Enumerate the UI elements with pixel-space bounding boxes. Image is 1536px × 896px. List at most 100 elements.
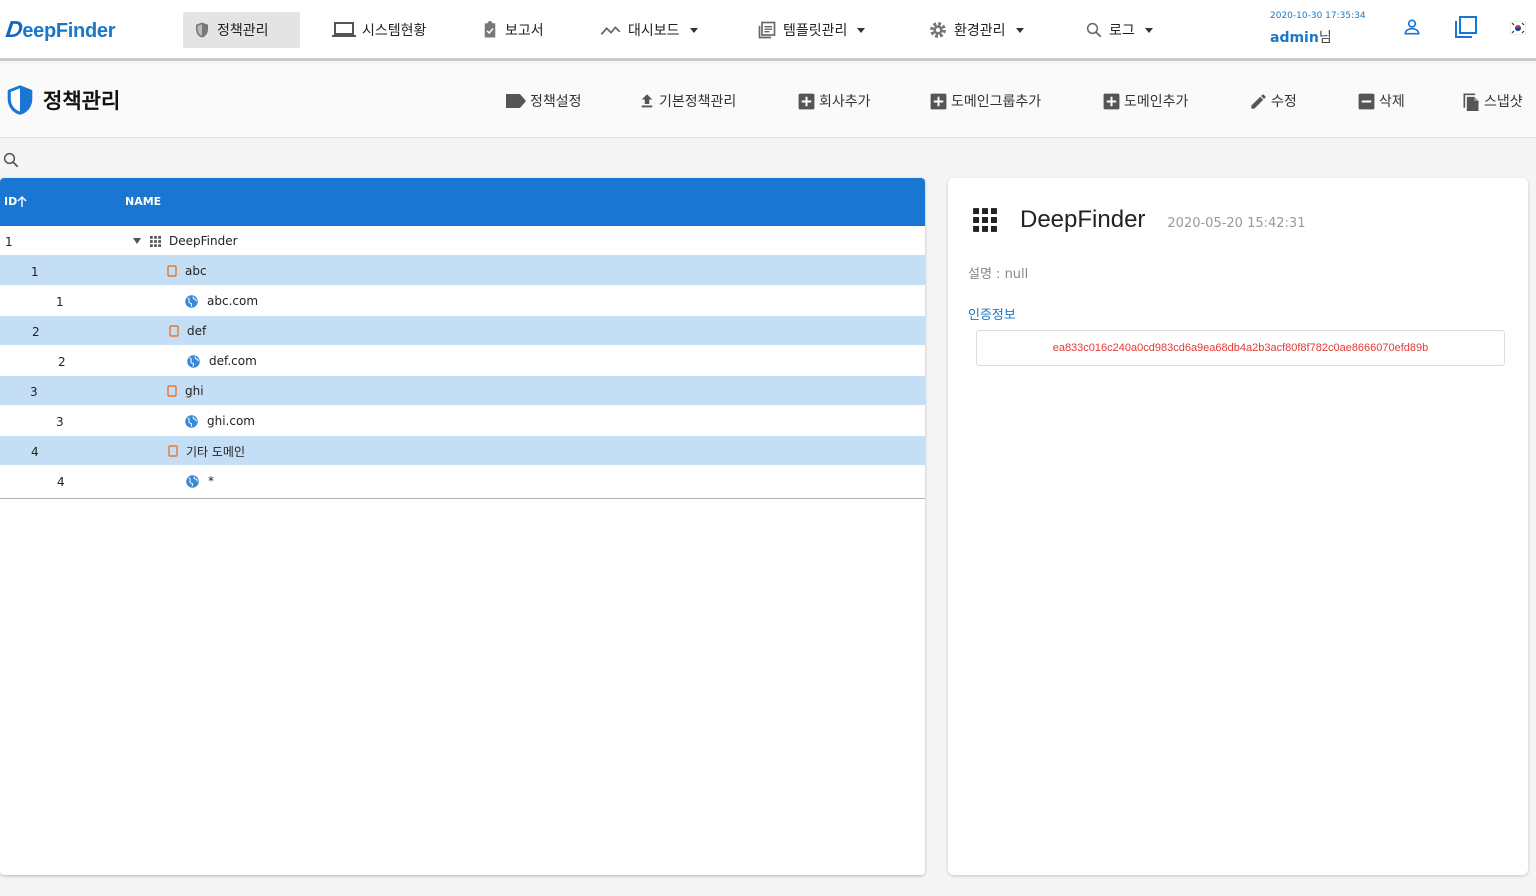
globe-icon — [185, 414, 198, 428]
company-icon — [167, 265, 177, 277]
table-row[interactable]: 2 def — [0, 316, 925, 346]
company-icon — [168, 445, 178, 457]
table-header: ID NAME — [0, 178, 925, 226]
upload-icon — [641, 94, 653, 108]
default-policy-button[interactable]: 기본정책관리 — [638, 91, 736, 111]
apps-grid-icon — [973, 208, 997, 232]
table-row[interactable]: 2 def.com — [0, 346, 925, 376]
table-row[interactable]: 4 기타 도메인 — [0, 436, 925, 466]
detail-date: 2020-05-20 15:42:31 — [1167, 216, 1306, 231]
table-row[interactable]: 4 * — [0, 466, 925, 496]
copy-icon — [1463, 93, 1479, 111]
policy-tree-table: ID NAME 1 DeepFinder 1 abc 1 abc.com 2 d… — [0, 178, 925, 875]
add-box-icon — [930, 93, 947, 109]
row-id: 3 — [56, 415, 64, 429]
window-icon[interactable] — [1454, 15, 1478, 39]
snapshot-button[interactable]: 스냅샷 — [1461, 91, 1523, 111]
table-search[interactable] — [2, 151, 20, 173]
company-icon — [169, 325, 179, 337]
user-name[interactable]: admin님 — [1270, 27, 1332, 47]
nav-dashboard[interactable]: 대시보드 — [590, 12, 708, 48]
policy-settings-button[interactable]: 정책설정 — [505, 91, 582, 111]
add-domain-group-button[interactable]: 도메인그룹추가 — [929, 91, 1041, 111]
search-icon — [3, 152, 19, 168]
expand-arrow-icon[interactable] — [132, 237, 142, 245]
app-logo[interactable]: DeepFinder — [4, 16, 115, 43]
row-id: 1 — [5, 235, 13, 249]
row-id: 4 — [31, 445, 39, 459]
gear-icon — [930, 22, 946, 38]
row-name: def.com — [209, 354, 257, 368]
table-row[interactable]: 1 abc — [0, 256, 925, 286]
edit-button[interactable]: 수정 — [1249, 91, 1297, 111]
table-row[interactable]: 1 abc.com — [0, 286, 925, 316]
add-box-icon — [798, 93, 815, 109]
detail-title: DeepFinder — [1020, 206, 1146, 233]
page-title: 정책관리 — [5, 84, 120, 116]
table-row[interactable]: 3 ghi.com — [0, 406, 925, 436]
nav-label: 시스템현황 — [362, 23, 427, 39]
nav-label: 템플릿관리 — [783, 23, 848, 39]
shield-icon — [7, 85, 33, 115]
nav-label: 로그 — [1109, 23, 1135, 39]
table-row[interactable]: 3 ghi — [0, 376, 925, 406]
nav-label: 정책관리 — [217, 23, 269, 39]
row-id: 1 — [31, 265, 39, 279]
chevron-down-icon — [689, 27, 698, 33]
detail-panel: DeepFinder 2020-05-20 15:42:31 설명 : null… — [948, 178, 1528, 875]
nav-label: 보고서 — [505, 23, 544, 39]
row-name: abc — [185, 264, 207, 278]
clipboard-check-icon — [484, 21, 496, 38]
row-name: ghi — [185, 384, 204, 398]
nav-policy[interactable]: 정책관리 — [183, 12, 300, 48]
table-row[interactable]: 1 DeepFinder — [0, 226, 925, 256]
row-id: 1 — [56, 295, 64, 309]
row-name: DeepFinder — [169, 234, 238, 248]
row-name: 기타 도메인 — [186, 444, 246, 459]
sort-ascending-icon — [17, 196, 27, 207]
trending-icon — [600, 26, 621, 35]
template-icon — [758, 21, 776, 39]
korea-flag-icon[interactable] — [1510, 21, 1526, 35]
apps-grid-icon — [150, 235, 161, 247]
top-navbar: DeepFinder 정책관리 시스템현황 보고서 대시보드 템플릿관리 환경관… — [0, 0, 1536, 61]
row-name: ghi.com — [207, 414, 255, 428]
company-icon — [167, 385, 177, 397]
current-datetime: 2020-10-30 17:35:34 — [1270, 11, 1366, 21]
search-icon — [1086, 22, 1102, 38]
detail-description: 설명 : null — [968, 267, 1029, 282]
column-header-name[interactable]: NAME — [125, 195, 161, 208]
globe-icon — [186, 474, 199, 488]
shield-icon — [196, 22, 208, 38]
sub-toolbar: 정책관리 정책설정 기본정책관리 회사추가 도메인그룹추가 도메인추가 수정 삭… — [0, 64, 1536, 138]
row-id: 3 — [30, 385, 38, 399]
nav-report[interactable]: 보고서 — [471, 12, 554, 48]
column-header-id[interactable]: ID — [4, 195, 27, 208]
auth-info-value[interactable]: ea833c016c240a0cd983cd6a9ea68db4a2b3acf8… — [976, 330, 1505, 366]
row-id: 2 — [32, 325, 40, 339]
row-id: 2 — [58, 355, 66, 369]
add-domain-button[interactable]: 도메인추가 — [1102, 91, 1188, 111]
nav-system-status[interactable]: 시스템현황 — [322, 12, 436, 48]
nav-label: 대시보드 — [628, 23, 680, 39]
detail-header: DeepFinder 2020-05-20 15:42:31 — [972, 206, 1305, 234]
pencil-icon — [1251, 93, 1266, 109]
chevron-down-icon — [1144, 27, 1153, 33]
user-icon[interactable] — [1402, 17, 1422, 37]
nav-template[interactable]: 템플릿관리 — [747, 12, 875, 48]
add-company-button[interactable]: 회사추가 — [797, 91, 871, 111]
add-box-icon — [1103, 93, 1120, 109]
minus-box-icon — [1358, 93, 1375, 109]
row-name: * — [208, 474, 214, 488]
table-bottom-border — [0, 498, 925, 499]
auth-info-label: 인증정보 — [968, 308, 1016, 323]
globe-icon — [185, 294, 198, 308]
nav-log[interactable]: 로그 — [1075, 12, 1163, 48]
delete-button[interactable]: 삭제 — [1357, 91, 1405, 111]
nav-settings[interactable]: 환경관리 — [918, 12, 1034, 48]
globe-icon — [187, 354, 200, 368]
row-name: abc.com — [207, 294, 259, 308]
laptop-icon — [332, 22, 356, 37]
nav-label: 환경관리 — [954, 23, 1006, 39]
chevron-down-icon — [1015, 27, 1024, 33]
